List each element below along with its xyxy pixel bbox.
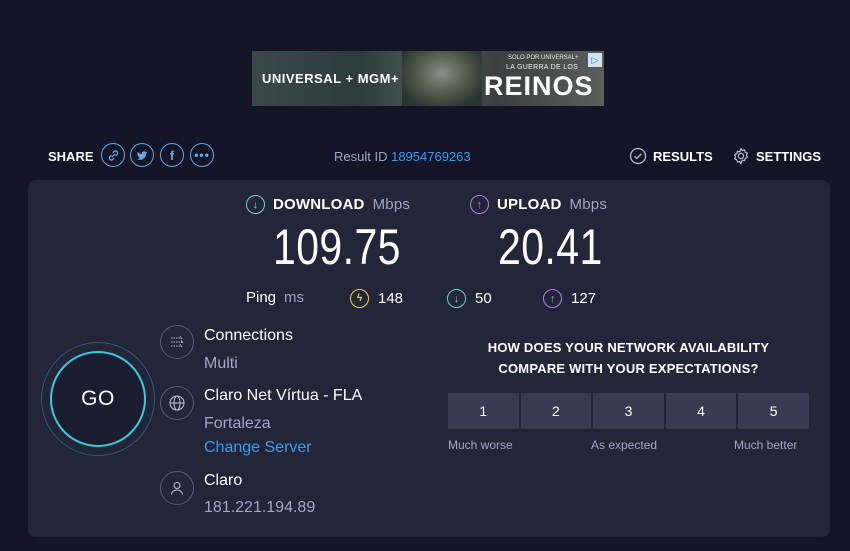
survey-question: HOW DOES YOUR NETWORK AVAILABILITY COMPA… <box>448 337 809 379</box>
lightning-icon: ϟ <box>350 289 369 308</box>
download-arrow-icon: ↓ <box>447 289 466 308</box>
results-label: RESULTS <box>653 148 713 164</box>
ad-character-image <box>402 51 482 106</box>
facebook-share-button[interactable]: f <box>160 143 184 167</box>
scale-label-low: Much worse <box>448 438 513 452</box>
change-server-link[interactable]: Change Server <box>204 439 312 457</box>
connections-value: Multi <box>204 355 238 372</box>
rating-option-1[interactable]: 1 <box>448 393 519 429</box>
settings-button[interactable]: SETTINGS <box>732 147 821 165</box>
connections-icon <box>160 325 194 359</box>
ad-brand-text: UNIVERSAL + MGM+ <box>262 71 400 86</box>
more-share-button[interactable]: ••• <box>190 143 214 167</box>
settings-label: SETTINGS <box>756 148 822 164</box>
more-icon: ••• <box>194 148 210 162</box>
ad-banner[interactable]: UNIVERSAL + MGM+ SOLO POR UNIVERSAL+ LA … <box>252 51 604 106</box>
result-id-label: Result ID <box>334 149 388 164</box>
share-label: SHARE <box>48 149 94 164</box>
upload-header: ↑ UPLOAD Mbps <box>470 195 607 214</box>
server-city: Fortaleza <box>204 415 271 432</box>
link-share-button[interactable] <box>101 143 125 167</box>
connections-title: Connections <box>204 327 293 344</box>
ping-idle: ϟ 148 <box>350 289 403 308</box>
results-button[interactable]: RESULTS <box>629 147 713 165</box>
download-arrow-icon: ↓ <box>246 195 265 214</box>
ad-subtitle: LA GUERRA DE LOS <box>506 64 579 71</box>
ad-title: REINOS <box>484 71 594 101</box>
ping-unit: ms <box>284 289 305 306</box>
rating-option-5[interactable]: 5 <box>738 393 809 429</box>
download-header: ↓ DOWNLOAD Mbps <box>246 195 410 214</box>
survey-question-line1: HOW DOES YOUR NETWORK AVAILABILITY <box>487 340 770 355</box>
ping-download: ↓ 50 <box>447 289 492 308</box>
rating-option-4[interactable]: 4 <box>665 393 737 429</box>
upload-arrow-icon: ↑ <box>470 195 489 214</box>
upload-value: 20.41 <box>498 219 603 275</box>
isp-ip: 181.221.194.89 <box>204 499 316 516</box>
server-name: Claro Net Vírtua - FLA <box>204 387 363 404</box>
result-id: Result ID 18954769263 <box>334 149 471 164</box>
scale-label-high: Much better <box>734 438 798 452</box>
download-value: 109.75 <box>273 219 401 275</box>
gear-icon <box>734 147 748 165</box>
ping-upload: ↑ 127 <box>543 289 596 308</box>
ping-upload-value: 127 <box>571 290 597 307</box>
user-icon <box>160 471 194 505</box>
ad-small-text: SOLO POR UNIVERSAL+ <box>508 55 579 61</box>
upload-label: UPLOAD <box>497 196 562 213</box>
download-label: DOWNLOAD <box>273 196 365 213</box>
result-id-link[interactable]: 18954769263 <box>391 149 471 164</box>
go-button[interactable]: GO <box>50 351 146 447</box>
check-circle-icon <box>629 147 647 165</box>
ping-label-group: Ping ms <box>246 289 304 306</box>
twitter-icon <box>136 150 147 160</box>
ping-idle-value: 148 <box>378 290 404 307</box>
ping-download-value: 50 <box>475 290 492 307</box>
rating-option-3[interactable]: 3 <box>593 393 664 429</box>
rating-option-2[interactable]: 2 <box>520 393 592 429</box>
scale-label-mid: As expected <box>591 438 658 452</box>
twitter-share-button[interactable] <box>130 143 154 167</box>
adchoices-icon[interactable]: ▷ <box>588 53 602 67</box>
globe-icon <box>160 386 194 420</box>
upload-arrow-icon: ↑ <box>543 289 562 308</box>
isp-name: Claro <box>204 472 243 489</box>
facebook-icon: f <box>169 147 175 163</box>
link-icon <box>108 149 118 161</box>
download-unit: Mbps <box>372 196 411 213</box>
rating-scale: 1 2 3 4 5 <box>448 393 809 429</box>
survey-question-line2: COMPARE WITH YOUR EXPECTATIONS? <box>498 361 759 376</box>
upload-unit: Mbps <box>569 196 608 213</box>
ping-label: Ping <box>246 289 277 306</box>
